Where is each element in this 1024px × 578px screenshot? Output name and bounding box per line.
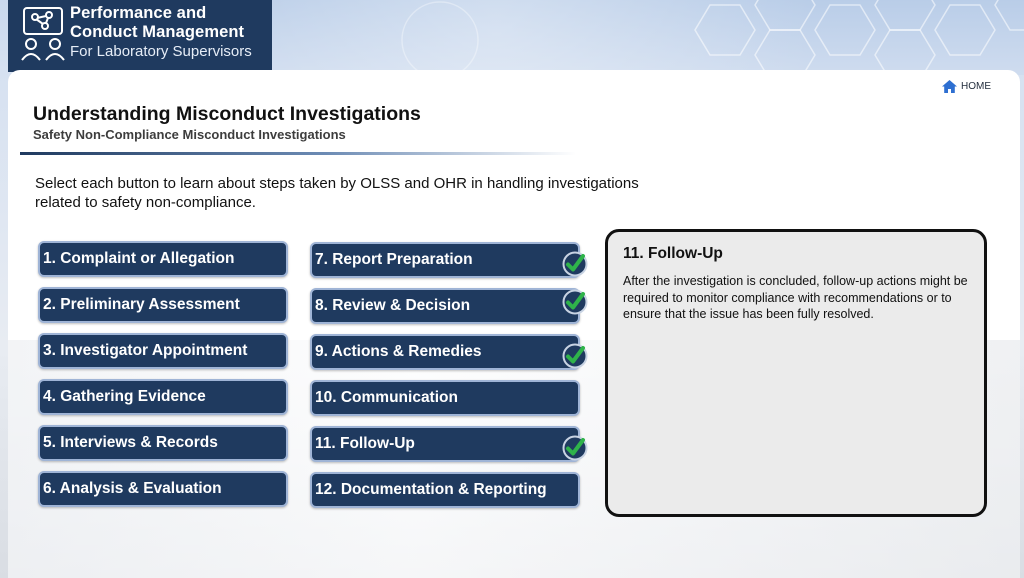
- step-button-gathering-evidence[interactable]: 4. Gathering Evidence: [38, 379, 288, 415]
- page-title: Understanding Misconduct Investigations: [33, 103, 421, 125]
- step-label: 7. Report Preparation: [315, 251, 473, 268]
- step-button-analysis-evaluation[interactable]: 6. Analysis & Evaluation: [38, 471, 288, 507]
- header-background: [270, 0, 1024, 75]
- step-label: 8. Review & Decision: [315, 297, 471, 314]
- step-button-interviews-records[interactable]: 5. Interviews & Records: [38, 425, 288, 461]
- course-brand: Performance and Conduct Management For L…: [8, 0, 272, 72]
- visited-check-icon: [562, 343, 588, 369]
- brand-title-line1: Performance and: [70, 4, 207, 22]
- title-divider: [20, 152, 576, 155]
- step-label: 11. Follow-Up: [315, 435, 415, 452]
- brand-subtitle: For Laboratory Supervisors: [70, 43, 252, 60]
- step-button-preliminary-assessment[interactable]: 2. Preliminary Assessment: [38, 287, 288, 323]
- step-label: 2. Preliminary Assessment: [43, 296, 240, 313]
- step-detail-panel: 11. Follow-Up After the investigation is…: [605, 229, 987, 517]
- step-label: 4. Gathering Evidence: [43, 388, 206, 405]
- step-button-investigator-appointment[interactable]: 3. Investigator Appointment: [38, 333, 288, 369]
- step-label: 3. Investigator Appointment: [43, 342, 248, 359]
- step-label: 9. Actions & Remedies: [315, 343, 482, 360]
- page-subtitle: Safety Non-Compliance Misconduct Investi…: [33, 127, 346, 142]
- visited-check-icon: [562, 289, 588, 315]
- home-link[interactable]: HOME: [942, 80, 991, 93]
- brand-title: Performance and Conduct Management: [70, 4, 244, 42]
- step-button-complaint[interactable]: 1. Complaint or Allegation: [38, 241, 288, 277]
- step-button-review-decision[interactable]: 8. Review & Decision: [310, 288, 588, 324]
- step-label: 10. Communication: [315, 389, 458, 406]
- step-label: 5. Interviews & Records: [43, 434, 218, 451]
- step-button-documentation-reporting[interactable]: 12. Documentation & Reporting: [310, 472, 580, 508]
- home-label: HOME: [961, 81, 991, 92]
- instructions-text: Select each button to learn about steps …: [35, 175, 639, 211]
- detail-title: 11. Follow-Up: [623, 245, 723, 262]
- step-label: 12. Documentation & Reporting: [315, 481, 547, 498]
- visited-check-icon: [562, 251, 588, 277]
- step-button-communication[interactable]: 10. Communication: [310, 380, 580, 416]
- step-button-report-preparation[interactable]: 7. Report Preparation: [310, 242, 588, 278]
- brand-title-line2: Conduct Management: [70, 23, 245, 41]
- hexagon-pattern: [401, 0, 1024, 75]
- visited-check-icon: [562, 435, 588, 461]
- step-label: 1. Complaint or Allegation: [43, 250, 235, 267]
- step-label: 6. Analysis & Evaluation: [43, 480, 222, 497]
- step-button-follow-up[interactable]: 11. Follow-Up: [310, 426, 588, 462]
- detail-body: After the investigation is concluded, fo…: [623, 274, 968, 321]
- team-network-icon: [21, 7, 65, 61]
- step-button-actions-remedies[interactable]: 9. Actions & Remedies: [310, 334, 588, 370]
- home-icon: [942, 80, 957, 93]
